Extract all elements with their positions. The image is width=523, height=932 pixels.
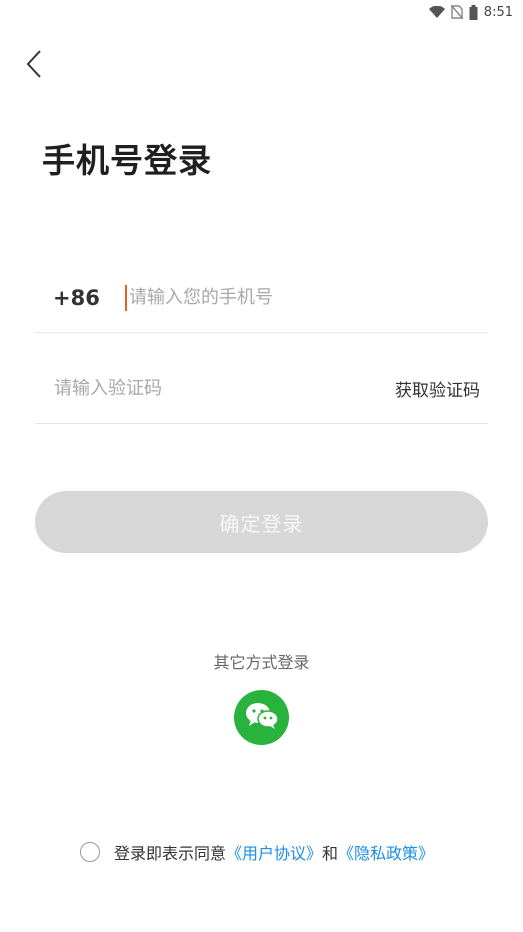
agreement-row: 登录即表示同意 《用户协议》 和 《隐私政策》 bbox=[80, 840, 434, 864]
phone-input[interactable] bbox=[127, 277, 457, 318]
agree-checkbox[interactable] bbox=[80, 842, 100, 862]
clock-time: 8:51 bbox=[483, 4, 513, 20]
agreement-and: 和 bbox=[322, 844, 339, 863]
privacy-policy-link[interactable]: 《隐私政策》 bbox=[338, 840, 434, 864]
status-bar: 8:51 bbox=[428, 0, 523, 24]
phone-row: +86 bbox=[35, 263, 488, 333]
agreement-prefix: 登录即表示同意 bbox=[114, 844, 227, 863]
page-title: 手机号登录 bbox=[42, 141, 212, 180]
get-code-button[interactable]: 获取验证码 bbox=[395, 376, 488, 401]
user-agreement-link[interactable]: 《用户协议》 bbox=[226, 840, 322, 864]
login-button[interactable]: 确定登录 bbox=[35, 491, 488, 553]
verification-code-input[interactable] bbox=[35, 368, 355, 409]
country-code[interactable]: +86 bbox=[35, 286, 125, 310]
wifi-icon bbox=[428, 6, 445, 18]
other-login-label: 其它方式登录 bbox=[213, 653, 310, 672]
wechat-login-button[interactable] bbox=[234, 690, 289, 745]
verification-code-row: 获取验证码 bbox=[35, 354, 488, 424]
battery-icon bbox=[469, 4, 478, 20]
back-button[interactable] bbox=[14, 44, 54, 88]
chevron-left-icon bbox=[26, 50, 42, 82]
no-sim-icon bbox=[450, 5, 463, 19]
login-screen: 8:51 手机号登录 +86 获取验证码 确定登录 其它方式登录 bbox=[0, 0, 523, 932]
wechat-icon bbox=[245, 702, 279, 734]
